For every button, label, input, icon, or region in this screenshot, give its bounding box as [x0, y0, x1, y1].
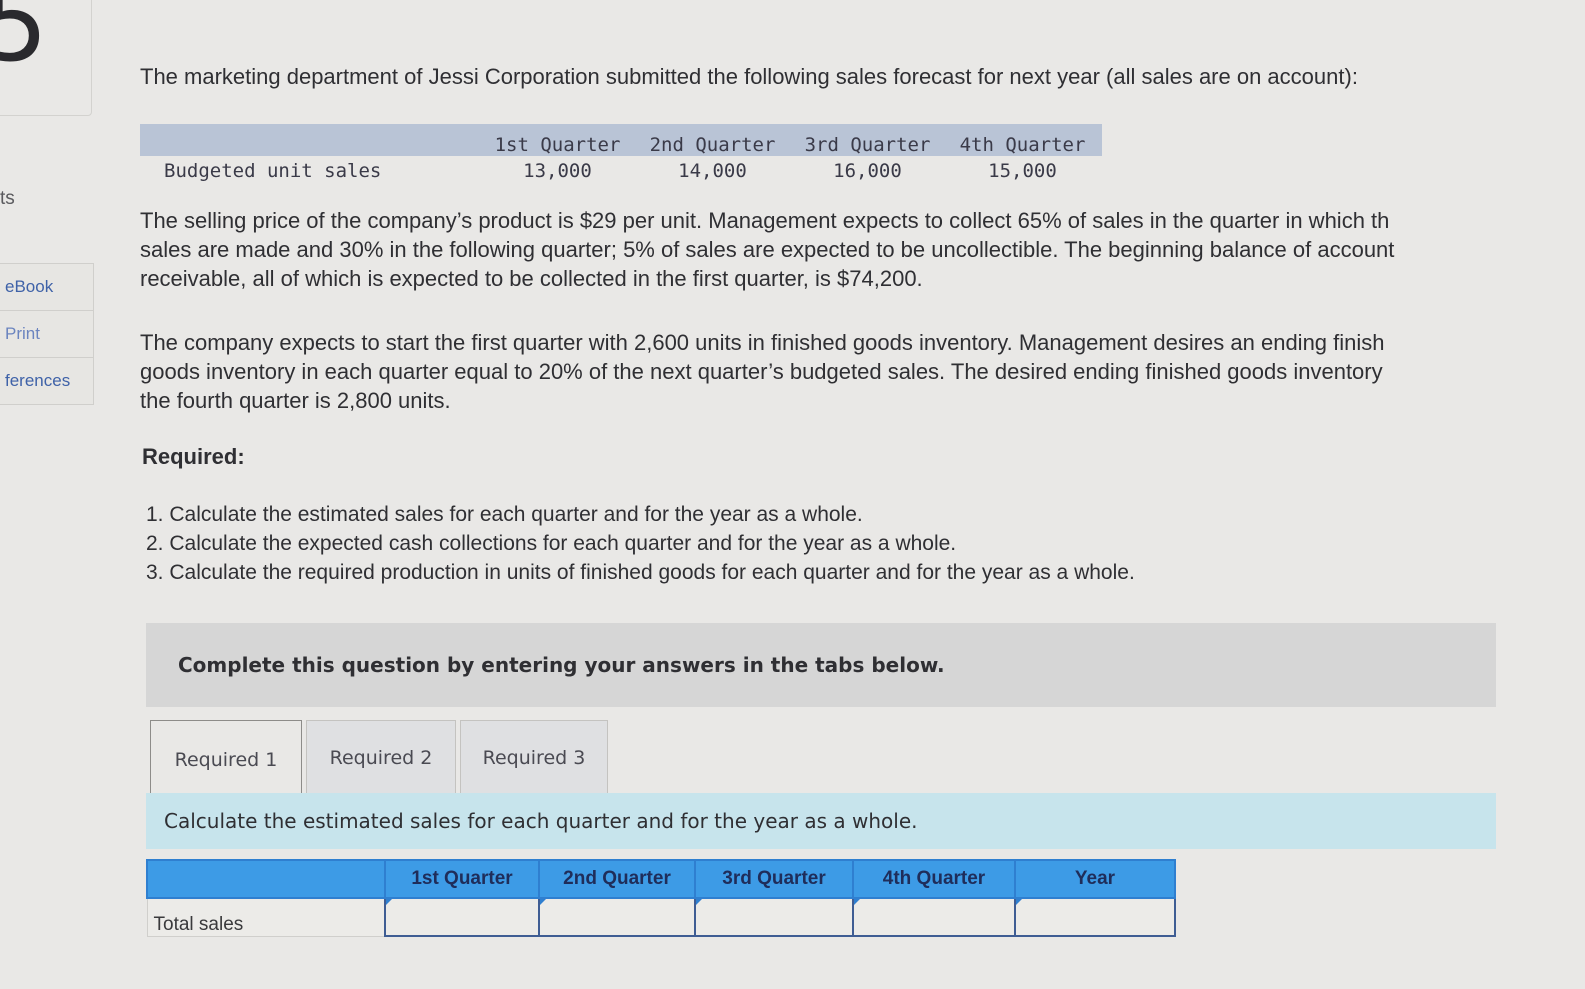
header-year: Year [1014, 859, 1176, 899]
answer-table: 1st Quarter 2nd Quarter 3rd Quarter 4th … [146, 859, 1176, 937]
required-item: 3. Calculate the required production in … [146, 561, 1135, 584]
question-number: 5 [0, 0, 49, 85]
input-flag-icon [854, 899, 860, 905]
header-q2: 2nd Quarter [538, 859, 696, 899]
input-flag-icon [1016, 899, 1022, 905]
total-sales-year-cell [1014, 897, 1176, 937]
required-item: 1. Calculate the estimated sales for eac… [146, 503, 863, 526]
required-heading: Required: [142, 444, 245, 469]
required-item: 2. Calculate the expected cash collectio… [146, 532, 957, 555]
tab-required-2[interactable]: Required 2 [306, 720, 456, 794]
header-blank [146, 859, 386, 899]
pricing-paragraph: The selling price of the company’s produ… [140, 206, 1394, 293]
input-flag-icon [386, 899, 392, 905]
total-sales-label: Total sales [146, 897, 386, 937]
table-row: Total sales [146, 897, 1176, 937]
answer-table-header: 1st Quarter 2nd Quarter 3rd Quarter 4th … [146, 859, 1176, 899]
total-sales-q1-input[interactable] [386, 899, 538, 935]
unit-sales-header: 1st Quarter 2nd Quarter 3rd Quarter 4th … [140, 124, 1102, 156]
pricing-line-1: The selling price of the company’s produ… [140, 208, 1390, 233]
inventory-line-2: goods inventory in each quarter equal to… [140, 359, 1383, 384]
header-q1: 1st Quarter [494, 134, 621, 156]
value-q4: 15,000 [988, 160, 1057, 182]
tab-required-1[interactable]: Required 1 [150, 720, 302, 798]
references-button[interactable]: ferences [0, 358, 93, 404]
row-label: Budgeted unit sales [164, 160, 382, 182]
print-button[interactable]: Print [0, 311, 93, 358]
header-q2: 2nd Quarter [649, 134, 776, 156]
total-sales-q3-input[interactable] [696, 899, 852, 935]
points-label: ts [0, 188, 15, 209]
total-sales-q4-cell [852, 897, 1016, 937]
header-q3: 3rd Quarter [694, 859, 854, 899]
total-sales-year-input[interactable] [1016, 899, 1174, 935]
inventory-line-1: The company expects to start the first q… [140, 330, 1385, 355]
pricing-line-3: receivable, all of which is expected to … [140, 266, 923, 291]
value-q3: 16,000 [833, 160, 902, 182]
value-q2: 14,000 [678, 160, 747, 182]
sidebar-tools: eBook Print ferences [0, 263, 94, 405]
total-sales-q1-cell [384, 897, 540, 937]
total-sales-q4-input[interactable] [854, 899, 1014, 935]
total-sales-q2-input[interactable] [540, 899, 694, 935]
header-q4: 4th Quarter [852, 859, 1016, 899]
inventory-line-3: the fourth quarter is 2,800 units. [140, 388, 451, 413]
header-q3: 3rd Quarter [804, 134, 931, 156]
table-row: Budgeted unit sales 13,000 14,000 16,000… [140, 156, 1102, 186]
instruction-banner: Complete this question by entering your … [146, 623, 1496, 707]
value-q1: 13,000 [523, 160, 592, 182]
required-list: 1. Calculate the estimated sales for eac… [146, 500, 1135, 587]
inventory-paragraph: The company expects to start the first q… [140, 328, 1385, 415]
input-flag-icon [540, 899, 546, 905]
header-q1: 1st Quarter [384, 859, 540, 899]
header-q4: 4th Quarter [959, 134, 1086, 156]
tab-prompt: Calculate the estimated sales for each q… [146, 793, 1496, 849]
input-flag-icon [696, 899, 702, 905]
pricing-line-2: sales are made and 30% in the following … [140, 237, 1395, 262]
total-sales-q3-cell [694, 897, 854, 937]
intro-text: The marketing department of Jessi Corpor… [140, 64, 1358, 89]
unit-sales-table: 1st Quarter 2nd Quarter 3rd Quarter 4th … [140, 124, 1102, 186]
total-sales-q2-cell [538, 897, 696, 937]
tab-required-3[interactable]: Required 3 [460, 720, 608, 794]
ebook-button[interactable]: eBook [0, 264, 93, 311]
answer-tabs: Required 1 Required 2 Required 3 [150, 720, 612, 798]
